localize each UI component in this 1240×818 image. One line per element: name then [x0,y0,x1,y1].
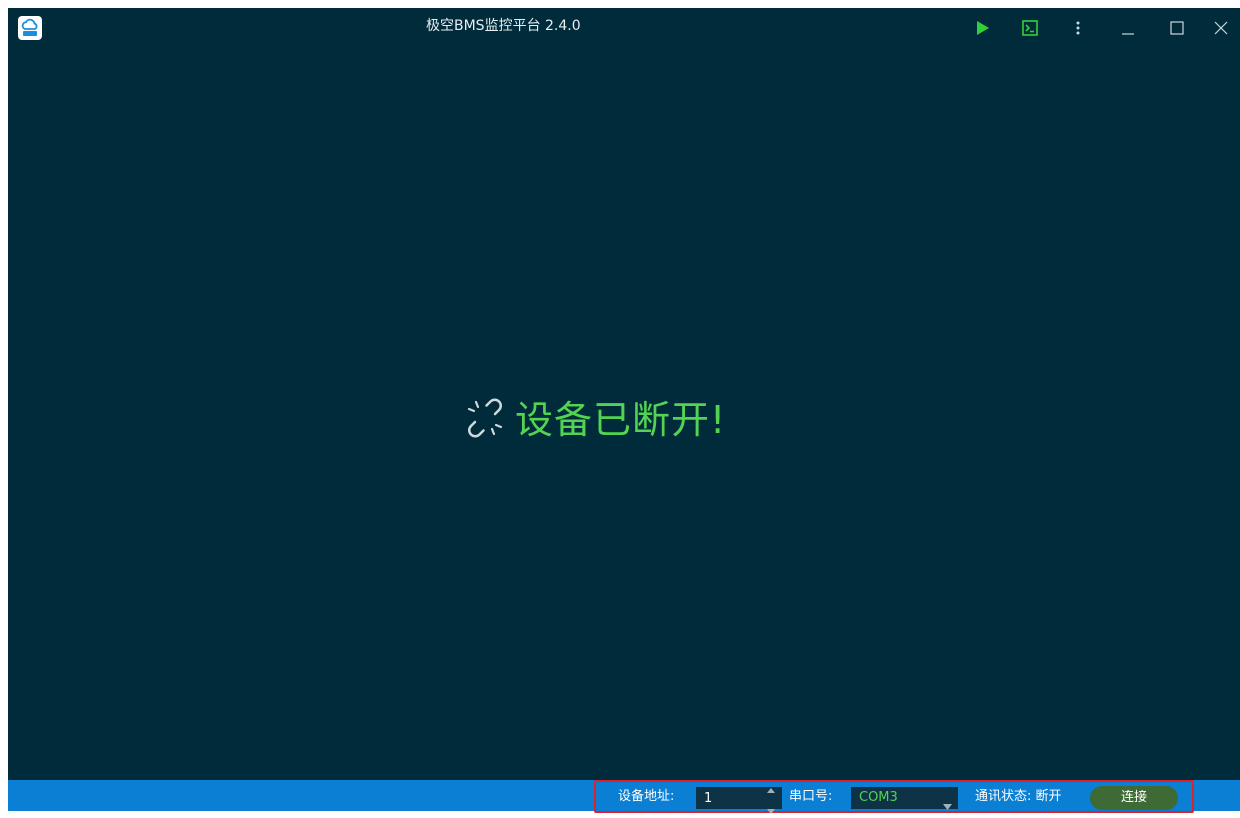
port-select[interactable]: COM3 [851,787,958,810]
more-vertical-icon [1075,20,1081,36]
play-icon [974,20,990,36]
console-button[interactable] [1016,14,1044,42]
status-bar: 设备地址: 串口号: COM3 通讯状态: 断开 连接 [8,780,1240,814]
maximize-icon [1169,20,1185,36]
minimize-button[interactable] [1114,14,1142,42]
port-label: 串口号: [789,789,833,804]
terminal-icon [1022,20,1038,36]
chevron-up-icon[interactable] [767,778,775,797]
close-icon [1213,20,1229,36]
comm-status: 通讯状态: 断开 [975,789,1062,804]
play-button[interactable] [968,14,996,42]
window-title: 极空BMS监控平台 2.4.0 [426,18,581,34]
disconnect-message: 设备已断开! [463,390,726,450]
broken-link-icon [463,396,507,444]
cloud-logo-icon [18,16,42,40]
connect-button[interactable]: 连接 [1090,786,1178,810]
minimize-icon [1120,20,1136,36]
dropdown-arrow-icon [943,795,952,814]
device-address-spinner[interactable] [764,787,778,814]
more-button[interactable] [1064,14,1092,42]
close-button[interactable] [1207,14,1235,42]
chevron-down-icon[interactable] [767,799,775,818]
port-value: COM3 [859,790,898,805]
title-bar: 极空BMS监控平台 2.4.0 [8,8,1240,46]
disconnect-text: 设备已断开! [515,398,727,442]
maximize-button[interactable] [1163,14,1191,42]
app-window: 极空BMS监控平台 2.4.0 设备已断开! 设备地址: 1 串口号: COM3… [8,8,1240,814]
device-address-label: 设备地址: [618,789,675,804]
